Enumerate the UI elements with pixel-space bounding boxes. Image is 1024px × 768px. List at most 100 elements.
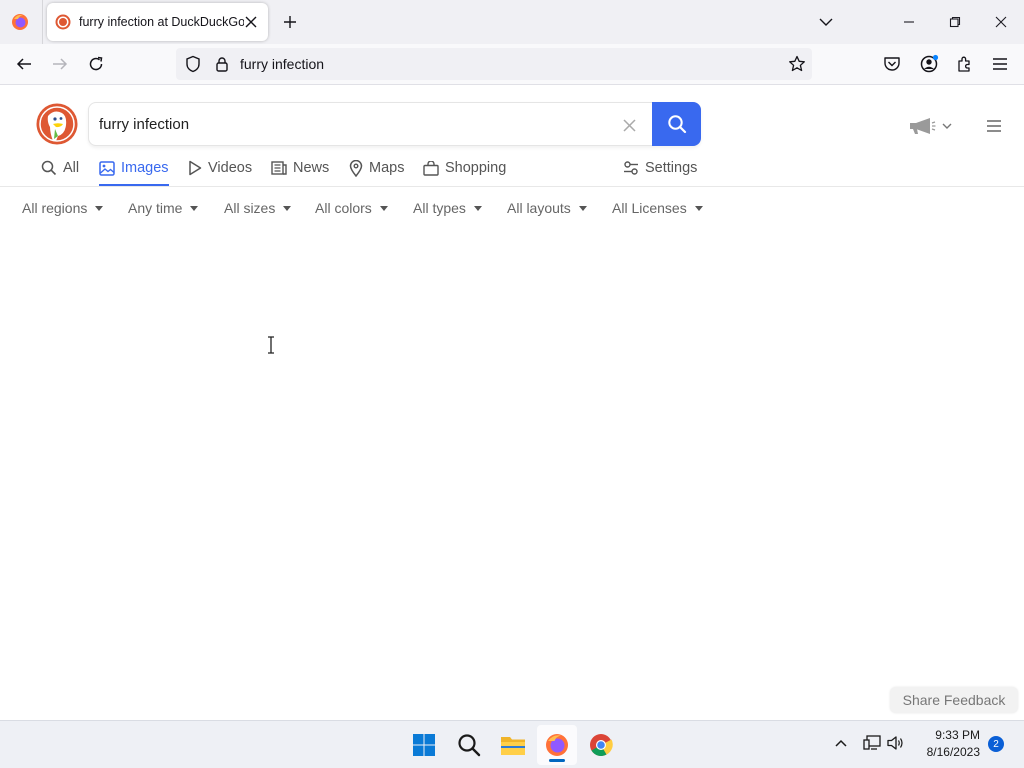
system-clock[interactable]: 9:33 PM 8/16/2023 xyxy=(914,727,980,761)
clock-time: 9:33 PM xyxy=(935,728,980,742)
filter-label: All types xyxy=(413,200,466,216)
pocket-button[interactable] xyxy=(878,50,906,78)
announcements-button[interactable] xyxy=(908,114,958,138)
tab-label: News xyxy=(293,160,330,176)
filter-label: All colors xyxy=(315,200,372,216)
hamburger-menu-icon xyxy=(987,120,1001,132)
filter-color-dropdown[interactable]: All colors xyxy=(315,196,388,220)
navigation-toolbar: furry infection xyxy=(0,44,1024,85)
filter-label: Any time xyxy=(128,200,183,216)
clear-search-button[interactable] xyxy=(619,115,639,135)
search-icon xyxy=(458,734,481,757)
lock-icon xyxy=(216,57,228,72)
restore-icon xyxy=(949,16,961,28)
filter-region-dropdown[interactable]: All regions xyxy=(22,196,104,220)
network-icon xyxy=(863,735,881,750)
active-app-indicator xyxy=(549,759,565,762)
bookmark-star-icon[interactable] xyxy=(788,55,806,73)
firefox-view-button[interactable] xyxy=(6,8,34,36)
forward-button[interactable] xyxy=(46,50,74,78)
address-bar[interactable]: furry infection xyxy=(176,48,812,80)
start-button[interactable] xyxy=(404,725,444,765)
taskbar-chrome-button[interactable] xyxy=(581,725,621,765)
search-icon xyxy=(41,160,57,176)
filter-label: All layouts xyxy=(507,200,571,216)
play-icon xyxy=(189,160,202,176)
new-tab-button[interactable] xyxy=(278,10,302,34)
tab-maps[interactable]: Maps xyxy=(349,150,404,186)
chrome-icon xyxy=(590,734,613,756)
folder-icon xyxy=(501,737,525,755)
caret-down-icon xyxy=(95,205,104,211)
search-type-tabs: All Images Videos News Maps Shopping Set… xyxy=(0,150,1024,187)
filter-size-dropdown[interactable]: All sizes xyxy=(224,196,292,220)
restore-button[interactable] xyxy=(932,0,978,44)
ddg-menu-button[interactable] xyxy=(982,114,1006,138)
chevron-down-icon xyxy=(819,18,833,26)
tab-label: Shopping xyxy=(445,160,507,176)
clock-date: 8/16/2023 xyxy=(926,745,980,759)
duckduckgo-logo[interactable] xyxy=(36,103,78,145)
tab-strip: furry infection at DuckDuckGo xyxy=(0,0,1024,44)
firefox-icon xyxy=(546,734,568,756)
close-icon xyxy=(245,16,257,28)
tab-label: Maps xyxy=(369,160,405,176)
hamburger-menu-icon xyxy=(993,58,1007,70)
file-explorer-button[interactable] xyxy=(493,725,533,765)
account-button[interactable] xyxy=(915,50,943,78)
filter-layout-dropdown[interactable]: All layouts xyxy=(507,196,587,220)
image-filters-bar: All regions Any time All sizes All color… xyxy=(0,196,1024,220)
extensions-button[interactable] xyxy=(951,50,979,78)
newspaper-icon xyxy=(271,161,287,175)
puzzle-icon xyxy=(958,56,970,72)
url-text[interactable]: furry infection xyxy=(240,56,324,72)
close-icon xyxy=(995,16,1007,28)
minimize-button[interactable] xyxy=(886,0,932,44)
taskbar-search-button[interactable] xyxy=(449,725,489,765)
tab-videos[interactable]: Videos xyxy=(188,150,252,186)
tab-news[interactable]: News xyxy=(271,150,329,186)
tab-all[interactable]: All xyxy=(41,150,79,186)
megaphone-icon xyxy=(910,118,936,134)
app-menu-button[interactable] xyxy=(986,50,1014,78)
share-feedback-button[interactable]: Share Feedback xyxy=(890,687,1018,713)
settings-button[interactable]: Settings xyxy=(623,150,697,186)
filter-license-dropdown[interactable]: All Licenses xyxy=(612,196,703,220)
reload-button[interactable] xyxy=(82,50,110,78)
tab-label: All xyxy=(63,160,80,176)
map-pin-icon xyxy=(349,159,363,177)
settings-sliders-icon xyxy=(624,161,638,175)
chevron-down-icon xyxy=(942,123,952,129)
search-button[interactable] xyxy=(652,102,701,146)
volume-button[interactable] xyxy=(886,732,906,754)
reload-icon xyxy=(89,56,103,71)
filter-time-dropdown[interactable]: Any time xyxy=(128,196,199,220)
close-icon xyxy=(622,118,636,132)
search-input[interactable] xyxy=(89,103,629,145)
network-status-button[interactable] xyxy=(862,732,882,754)
active-tab[interactable]: furry infection at DuckDuckGo xyxy=(47,3,268,41)
filter-label: All sizes xyxy=(224,200,276,216)
show-hidden-icons-button[interactable] xyxy=(832,732,850,754)
filter-label: All regions xyxy=(22,200,88,216)
back-button[interactable] xyxy=(10,50,38,78)
tab-label: Videos xyxy=(208,160,253,176)
close-window-button[interactable] xyxy=(978,0,1024,44)
caret-down-icon xyxy=(283,205,292,211)
filter-type-dropdown[interactable]: All types xyxy=(413,196,482,220)
caret-down-icon xyxy=(694,205,703,211)
caret-down-icon xyxy=(379,205,388,211)
plus-icon xyxy=(284,16,296,28)
shopping-bag-icon xyxy=(423,160,439,176)
list-all-tabs-button[interactable] xyxy=(814,10,838,34)
shield-icon xyxy=(186,55,200,73)
tab-close-button[interactable] xyxy=(242,13,260,31)
tab-images[interactable]: Images xyxy=(99,150,169,186)
tab-label: Images xyxy=(121,160,169,176)
tab-title: furry infection at DuckDuckGo xyxy=(79,15,244,29)
tab-shopping[interactable]: Shopping xyxy=(423,150,506,186)
notification-count-badge[interactable]: 2 xyxy=(988,736,1004,752)
filter-label: All Licenses xyxy=(612,200,687,216)
tab-separator xyxy=(42,0,43,44)
caret-down-icon xyxy=(578,205,587,211)
